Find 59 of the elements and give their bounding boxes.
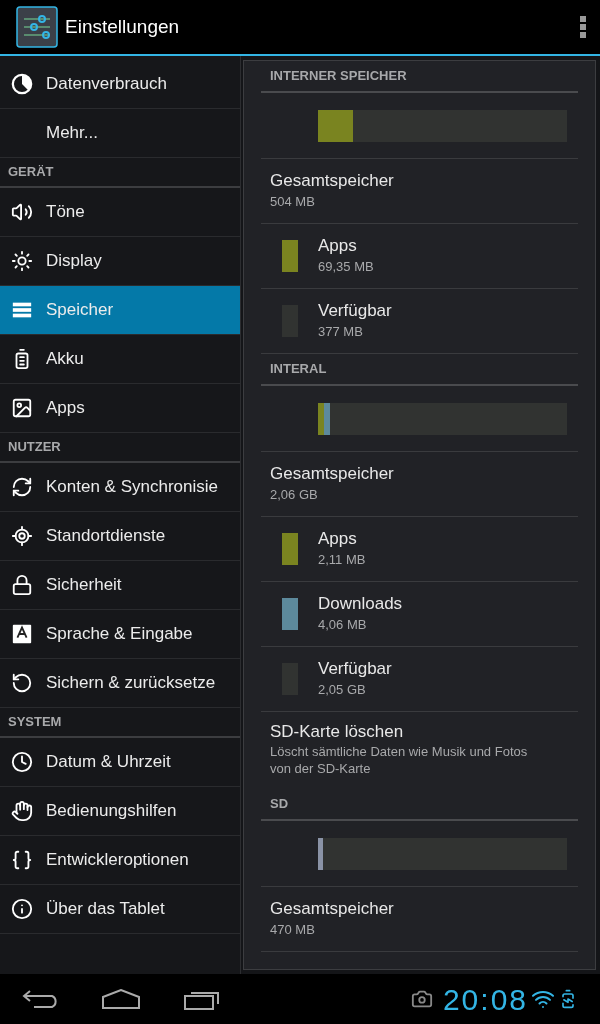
home-icon[interactable] xyxy=(102,989,140,1009)
section-header: SD xyxy=(270,794,289,813)
camera-icon xyxy=(410,988,433,1010)
speaker-icon xyxy=(11,201,33,223)
row-title: Gesamtspeicher xyxy=(270,898,395,921)
settings-nav-item[interactable]: Sichern & zurücksetze xyxy=(0,659,240,708)
option-description: Löscht sämtliche Daten wie Musik und Fotos von der SD-Karte xyxy=(270,743,529,777)
keyboard-letter-icon xyxy=(11,623,33,645)
settings-nav-item[interactable]: Sicherheit xyxy=(0,561,240,610)
row-value: 2,06 GB xyxy=(270,486,319,505)
restore-icon xyxy=(11,672,33,694)
row-value: 2,05 GB xyxy=(318,681,367,700)
braces-icon xyxy=(11,849,33,871)
clock-icon xyxy=(11,751,33,773)
row-value: 4,06 MB xyxy=(318,616,368,635)
erase-sd-option[interactable]: SD-Karte löschen xyxy=(270,721,569,743)
row-title: Apps xyxy=(318,235,358,258)
settings-nav-item[interactable]: Datenverbrauch xyxy=(0,60,240,109)
row-value: 504 MB xyxy=(270,193,316,212)
row-title: Apps xyxy=(318,528,358,551)
category-header: GERÄT xyxy=(8,163,54,182)
hand-icon xyxy=(11,800,33,822)
pie-chart-icon xyxy=(11,73,33,95)
category-header: SYSTEM xyxy=(8,713,62,732)
apps-icon xyxy=(11,397,33,419)
section-header: INTERNER SPEICHER xyxy=(270,66,407,85)
settings-nav-item[interactable]: Speicher xyxy=(0,286,240,335)
category-header: NUTZER xyxy=(8,438,61,457)
settings-sliders-icon[interactable] xyxy=(16,6,58,48)
app-title: Einstellungen xyxy=(65,14,180,39)
settings-nav-item[interactable]: Datum & Uhrzeit xyxy=(0,738,240,787)
back-icon[interactable] xyxy=(22,989,58,1009)
row-value: 470 MB xyxy=(270,921,316,940)
row-title: Gesamtspeicher xyxy=(270,170,395,193)
settings-nav-item[interactable]: Entwickleroptionen xyxy=(0,836,240,885)
row-title: Downloads xyxy=(318,593,403,616)
row-value: 2,11 MB xyxy=(318,551,366,570)
lock-icon xyxy=(11,574,33,596)
settings-nav-item[interactable]: Sprache & Eingabe xyxy=(0,610,240,659)
settings-nav-item[interactable]: Standortdienste xyxy=(0,512,240,561)
row-title: Verfügbar xyxy=(318,658,392,681)
section-header: INTERAL xyxy=(270,359,327,378)
settings-nav-item[interactable]: Akku xyxy=(0,335,240,384)
settings-nav-item[interactable]: Mehr... xyxy=(0,109,240,158)
info-icon xyxy=(11,898,33,920)
settings-nav-item[interactable]: Konten & Synchronisie xyxy=(0,463,240,512)
brightness-icon xyxy=(11,250,33,272)
settings-nav-item[interactable]: Über das Tablet xyxy=(0,885,240,934)
location-icon xyxy=(11,525,33,547)
row-title: Gesamtspeicher xyxy=(270,463,395,486)
row-title: Verfügbar xyxy=(318,300,392,323)
row-value: 377 MB xyxy=(318,323,364,342)
settings-nav-item[interactable]: Töne xyxy=(0,188,240,237)
row-value: 69,35 MB xyxy=(318,258,374,277)
clock-time: 20:08 xyxy=(442,981,528,1018)
settings-nav-item[interactable]: Apps xyxy=(0,384,240,433)
sync-icon xyxy=(11,476,33,498)
overflow-menu-icon[interactable] xyxy=(580,16,586,38)
settings-nav-item[interactable]: Bedienungshilfen xyxy=(0,787,240,836)
